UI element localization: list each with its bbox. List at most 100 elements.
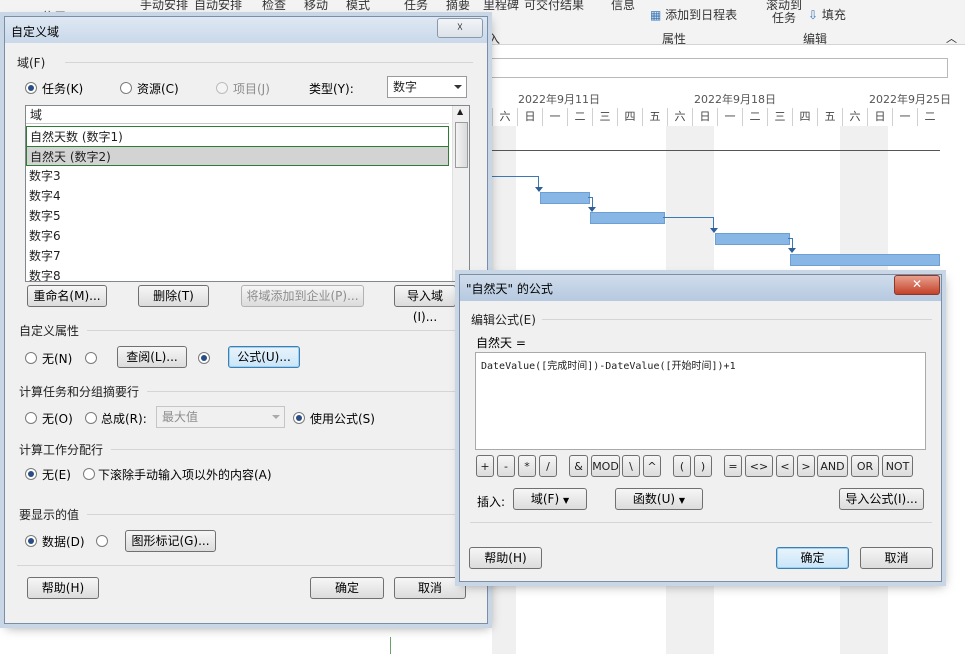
ribbon-group-properties: 属性 <box>662 32 687 46</box>
fill-down-icon: ⇩ <box>808 8 819 22</box>
list-item[interactable]: 数字8 <box>26 266 449 281</box>
operator-button[interactable]: MOD <box>591 455 620 477</box>
ribbon-info[interactable]: 信息 <box>611 0 635 13</box>
radio-calc-rollup[interactable] <box>85 412 97 424</box>
gantt-bar[interactable] <box>715 233 790 245</box>
gantt-bar[interactable] <box>540 192 590 204</box>
operator-button[interactable]: ( <box>673 455 691 477</box>
radio-attr-lookup[interactable] <box>85 352 97 364</box>
ribbon-deliverable[interactable]: 可交付结果 <box>524 0 584 13</box>
ribbon-manual-schedule[interactable]: 手动安排 <box>140 0 188 13</box>
radio-task[interactable] <box>25 82 37 94</box>
radio-calc-none[interactable] <box>25 412 37 424</box>
operator-button[interactable]: / <box>539 455 557 477</box>
list-header: 域 <box>26 106 449 124</box>
graphical-indicators-button[interactable]: 图形标记(G)... <box>125 530 216 552</box>
operator-button[interactable]: NOT <box>882 455 913 477</box>
operator-button[interactable]: * <box>518 455 536 477</box>
list-item[interactable]: 数字5 <box>26 206 449 226</box>
delete-button[interactable]: 删除(T) <box>138 285 209 307</box>
custom-field-titlebar[interactable]: 自定义域 ☓ <box>5 17 487 43</box>
list-item[interactable]: 数字7 <box>26 246 449 266</box>
rollup-select[interactable]: 最大值 <box>156 406 285 428</box>
fill-label: 填充 <box>821 8 846 22</box>
list-item[interactable]: 数字4 <box>26 186 449 206</box>
operator-button[interactable]: ^ <box>643 455 661 477</box>
operator-button[interactable]: OR <box>851 455 879 477</box>
cancel-button[interactable]: 取消 <box>860 547 933 569</box>
help-button[interactable]: 帮助(H) <box>27 577 99 599</box>
cancel-button[interactable]: 取消 <box>394 577 466 599</box>
operator-button[interactable]: - <box>497 455 515 477</box>
formula-textarea[interactable]: DateValue([完成时间])-DateValue([开始时间])+1 <box>475 352 926 450</box>
gantt-bar[interactable] <box>590 212 665 224</box>
ok-button[interactable]: 确定 <box>310 577 384 599</box>
radio-assign-rolldown[interactable] <box>83 468 95 480</box>
ribbon-task[interactable]: 任务 <box>404 0 428 13</box>
list-item[interactable]: 自然天 (数字2) <box>26 146 449 166</box>
field-list[interactable]: 域 自然天数 (数字1) 自然天 (数字2) 数字3 数字4 数字5 数字6 数字7 数字8 … <box>25 105 470 282</box>
close-icon[interactable]: ✕ <box>894 275 940 295</box>
day-cell: 一 <box>717 108 742 126</box>
operator-button[interactable]: + <box>476 455 494 477</box>
list-item[interactable]: 自然天数 (数字1) <box>26 126 449 146</box>
scroll-thumb[interactable] <box>455 122 468 168</box>
list-item[interactable]: 数字6 <box>26 226 449 246</box>
scroll-up-icon[interactable]: ▲ <box>457 107 463 116</box>
divider <box>470 522 932 523</box>
rollup-select-value: 最大值 <box>162 410 199 424</box>
ribbon-summary[interactable]: 摘要 <box>446 0 470 13</box>
ok-button[interactable]: 确定 <box>776 547 849 569</box>
radio-attr-none[interactable] <box>25 352 37 364</box>
radio-attr-formula[interactable] <box>198 352 210 364</box>
operator-button[interactable]: = <box>724 455 742 477</box>
list-scrollbar[interactable]: ▲ <box>452 106 469 281</box>
collapse-ribbon-icon[interactable]: ︿ <box>946 30 957 46</box>
add-to-enterprise-button[interactable]: 将域添加到企业(P)... <box>241 285 364 307</box>
operator-button[interactable]: <> <box>745 455 773 477</box>
ribbon-scroll-task[interactable]: 任务 <box>772 9 796 26</box>
radio-calc-formula[interactable] <box>293 412 305 424</box>
ribbon-move[interactable]: 移动 <box>304 0 328 13</box>
timeline-bar[interactable] <box>488 58 948 78</box>
insert-field-button[interactable]: 域(F) ▼ <box>513 488 587 510</box>
radio-project[interactable] <box>216 82 228 94</box>
ribbon-mode[interactable]: 模式 <box>346 0 370 13</box>
operator-button[interactable]: ) <box>694 455 712 477</box>
operator-button[interactable]: \ <box>622 455 640 477</box>
add-to-timeline-label: 添加到日程表 <box>665 8 738 22</box>
day-cell: 五 <box>817 108 842 126</box>
operator-button[interactable]: < <box>776 455 794 477</box>
ribbon-add-to-timeline[interactable]: ▦ 添加到日程表 <box>650 6 737 23</box>
insert-function-button[interactable]: 函数(U) ▼ <box>615 488 703 510</box>
ribbon-auto-schedule[interactable]: 自动安排 <box>194 0 242 13</box>
ribbon-fill[interactable]: ⇩ 填充 <box>808 6 846 23</box>
insert-field-label: 域(F) <box>530 492 560 506</box>
operator-button[interactable]: AND <box>817 455 848 477</box>
ribbon-inspect[interactable]: 检查 <box>262 0 286 13</box>
lookup-button[interactable]: 查阅(L)... <box>117 346 187 368</box>
ribbon-milestone[interactable]: 里程碑 <box>483 0 519 13</box>
operator-button[interactable]: & <box>569 455 588 477</box>
gantt-bar[interactable] <box>790 254 940 266</box>
operator-button[interactable]: > <box>797 455 815 477</box>
task-grid-bottom <box>0 620 210 655</box>
formula-button[interactable]: 公式(U)... <box>228 346 300 368</box>
type-select[interactable]: 数字 <box>387 76 467 98</box>
close-icon[interactable]: ☓ <box>437 18 483 38</box>
rename-button[interactable]: 重命名(M)... <box>27 285 107 307</box>
list-item[interactable]: 数字3 <box>26 166 449 186</box>
radio-assign-none[interactable] <box>25 468 37 480</box>
radio-display-graphical[interactable] <box>96 535 108 547</box>
type-select-value: 数字 <box>393 80 418 94</box>
custom-field-dialog: 自定义域 ☓ 域(F) 任务(K) 资源(C) 项目(J) 类型(Y): 数字 … <box>4 16 488 624</box>
import-formula-button[interactable]: 导入公式(I)... <box>839 488 924 510</box>
formula-titlebar[interactable]: "自然天" 的公式 ✕ <box>460 275 941 301</box>
radio-resource[interactable] <box>120 82 132 94</box>
dependency-arrow <box>710 228 718 233</box>
help-button[interactable]: 帮助(H) <box>469 547 542 569</box>
import-field-button[interactable]: 导入域(I)... <box>394 285 456 324</box>
radio-display-data[interactable] <box>25 535 37 547</box>
week-label: 2022年9月25日 <box>869 93 951 106</box>
chevron-down-icon <box>454 85 462 89</box>
